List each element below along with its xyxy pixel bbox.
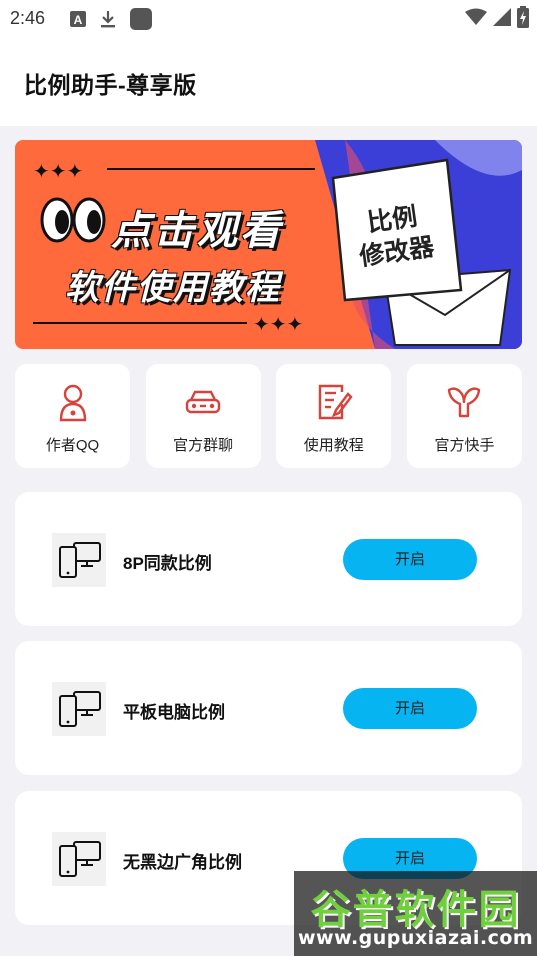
enable-button-tablet[interactable]: 开启: [343, 688, 477, 729]
status-bar: 2:46 A: [0, 0, 537, 38]
quick-action-official-group[interactable]: 官方群聊: [145, 364, 261, 468]
tutorial-banner[interactable]: ✦✦✦ ✦✦✦ 点击观看 软件使用教程 比例 修改器: [15, 140, 522, 349]
kuaishou-icon: [448, 387, 481, 418]
quick-action-kuaishou[interactable]: 官方快手: [406, 364, 522, 468]
phone-monitor-icon: [52, 682, 106, 736]
status-time: 2:46: [10, 8, 46, 28]
watermark-url: www.gupuxiazai.com: [298, 927, 534, 949]
quick-action-label: 官方快手: [434, 437, 495, 454]
banner-headline: 点击观看: [111, 208, 283, 254]
enable-button-8p[interactable]: 开启: [343, 539, 477, 580]
option-label: 平板电脑比例: [123, 703, 225, 722]
wifi-icon: [465, 8, 487, 25]
app-title: 比例助手-尊享版: [24, 72, 197, 98]
quick-action-label: 使用教程: [303, 437, 364, 454]
svg-text:✦✦✦: ✦✦✦: [253, 312, 303, 336]
status-icons-left: A: [70, 8, 152, 30]
signal-icon: [493, 8, 511, 26]
app-square-icon: [130, 8, 152, 30]
status-icons-right: [465, 6, 529, 28]
option-label: 8P同款比例: [123, 554, 212, 573]
person-icon: [59, 384, 86, 422]
svg-text:✦✦✦: ✦✦✦: [33, 159, 83, 183]
quick-action-label: 官方群聊: [173, 437, 234, 454]
option-card-tablet: 平板电脑比例 开启: [15, 641, 522, 775]
document-edit-icon: [318, 384, 353, 420]
banner-subline: 软件使用教程: [65, 268, 281, 308]
svg-text:A: A: [74, 13, 83, 27]
option-card-8p: 8P同款比例 开启: [15, 492, 522, 626]
phone-monitor-icon: [52, 533, 106, 587]
car-icon: [185, 390, 221, 414]
quick-actions: 作者QQ 官方群聊 使用教程 官方快手: [15, 364, 522, 468]
download-icon: [101, 11, 115, 28]
option-label: 无黑边广角比例: [123, 853, 242, 872]
watermark: 谷普软件园 www.gupuxiazai.com: [294, 871, 537, 956]
quick-action-label: 作者QQ: [45, 437, 100, 454]
quick-action-tutorial[interactable]: 使用教程: [276, 364, 392, 468]
quick-action-author-qq[interactable]: 作者QQ: [15, 364, 130, 468]
app-bar: 比例助手-尊享版: [0, 38, 537, 126]
battery-charging-icon: [517, 6, 529, 28]
phone-monitor-icon: [52, 832, 106, 886]
font-icon: A: [70, 11, 86, 27]
